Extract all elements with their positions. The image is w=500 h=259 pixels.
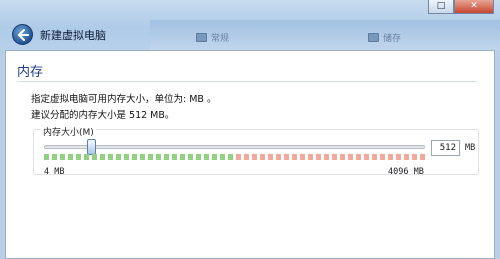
memory-unit-label: MB: [465, 143, 476, 153]
slider-tick: [60, 154, 65, 160]
close-button[interactable]: ✕: [454, 0, 494, 14]
slider-tick: [44, 154, 49, 160]
background-tab-storage: 储存: [368, 30, 401, 44]
title-divider: [17, 81, 477, 82]
slider-tick: [100, 154, 105, 160]
slider-tick: [348, 154, 353, 160]
slider-tick: [244, 154, 249, 160]
memory-slider-track[interactable]: [44, 145, 425, 149]
restore-button[interactable]: □: [428, 0, 454, 14]
slider-tick: [412, 154, 417, 160]
background-tab-strip: 常规 储存: [150, 20, 500, 50]
background-tab-general: 常规: [196, 30, 229, 44]
memory-slider-thumb[interactable]: [87, 139, 97, 155]
slider-tick: [132, 154, 137, 160]
back-button[interactable]: [12, 24, 33, 45]
window-controls: □ ✕: [428, 0, 494, 14]
slider-tick: [300, 154, 305, 160]
slider-tick: [92, 154, 97, 160]
slider-tick: [276, 154, 281, 160]
slider-max-label: 4096 MB: [388, 167, 424, 177]
slider-tick: [284, 154, 289, 160]
slider-tick: [316, 154, 321, 160]
page-title: 内存: [17, 65, 44, 80]
slider-tick: [332, 154, 337, 160]
wizard-title: 新建虚拟电脑: [40, 29, 106, 42]
slider-tick: [252, 154, 257, 160]
slider-tick: [324, 154, 329, 160]
slider-tick: [148, 154, 153, 160]
slider-tick: [204, 154, 209, 160]
slider-tick: [196, 154, 201, 160]
slider-tick: [212, 154, 217, 160]
slider-tick: [372, 154, 377, 160]
slider-tick: [156, 154, 161, 160]
slider-tick: [340, 154, 345, 160]
memory-description: 指定虚拟电脑可用内存大小，单位为: MB 。: [31, 94, 217, 105]
back-arrow-icon: [18, 29, 29, 41]
slider-tick: [228, 154, 233, 160]
slider-tick: [164, 154, 169, 160]
memory-size-group-label: 内存大小(M): [41, 125, 96, 138]
memory-recommendation: 建议分配的内存大小是 512 MB。: [31, 110, 175, 121]
slider-tick: [380, 154, 385, 160]
slider-tick: [172, 154, 177, 160]
slider-tick: [356, 154, 361, 160]
slider-tick: [404, 154, 409, 160]
slider-tick: [396, 154, 401, 160]
memory-slider-ticks: [44, 154, 425, 160]
slider-tick: [52, 154, 57, 160]
settings-icon: [196, 32, 207, 42]
slider-min-label: 4 MB: [44, 167, 65, 177]
slider-tick: [68, 154, 73, 160]
slider-tick: [364, 154, 369, 160]
slider-tick: [180, 154, 185, 160]
slider-tick: [420, 154, 425, 160]
slider-tick: [220, 154, 225, 160]
slider-tick: [388, 154, 393, 160]
slider-tick: [116, 154, 121, 160]
slider-tick: [76, 154, 81, 160]
slider-tick: [260, 154, 265, 160]
slider-tick: [108, 154, 113, 160]
slider-tick: [292, 154, 297, 160]
slider-tick: [124, 154, 129, 160]
storage-icon: [368, 32, 379, 42]
slider-tick: [84, 154, 89, 160]
memory-value-input[interactable]: 512: [431, 140, 460, 156]
slider-tick: [268, 154, 273, 160]
slider-tick: [308, 154, 313, 160]
slider-tick: [236, 154, 241, 160]
slider-tick: [140, 154, 145, 160]
slider-tick: [188, 154, 193, 160]
